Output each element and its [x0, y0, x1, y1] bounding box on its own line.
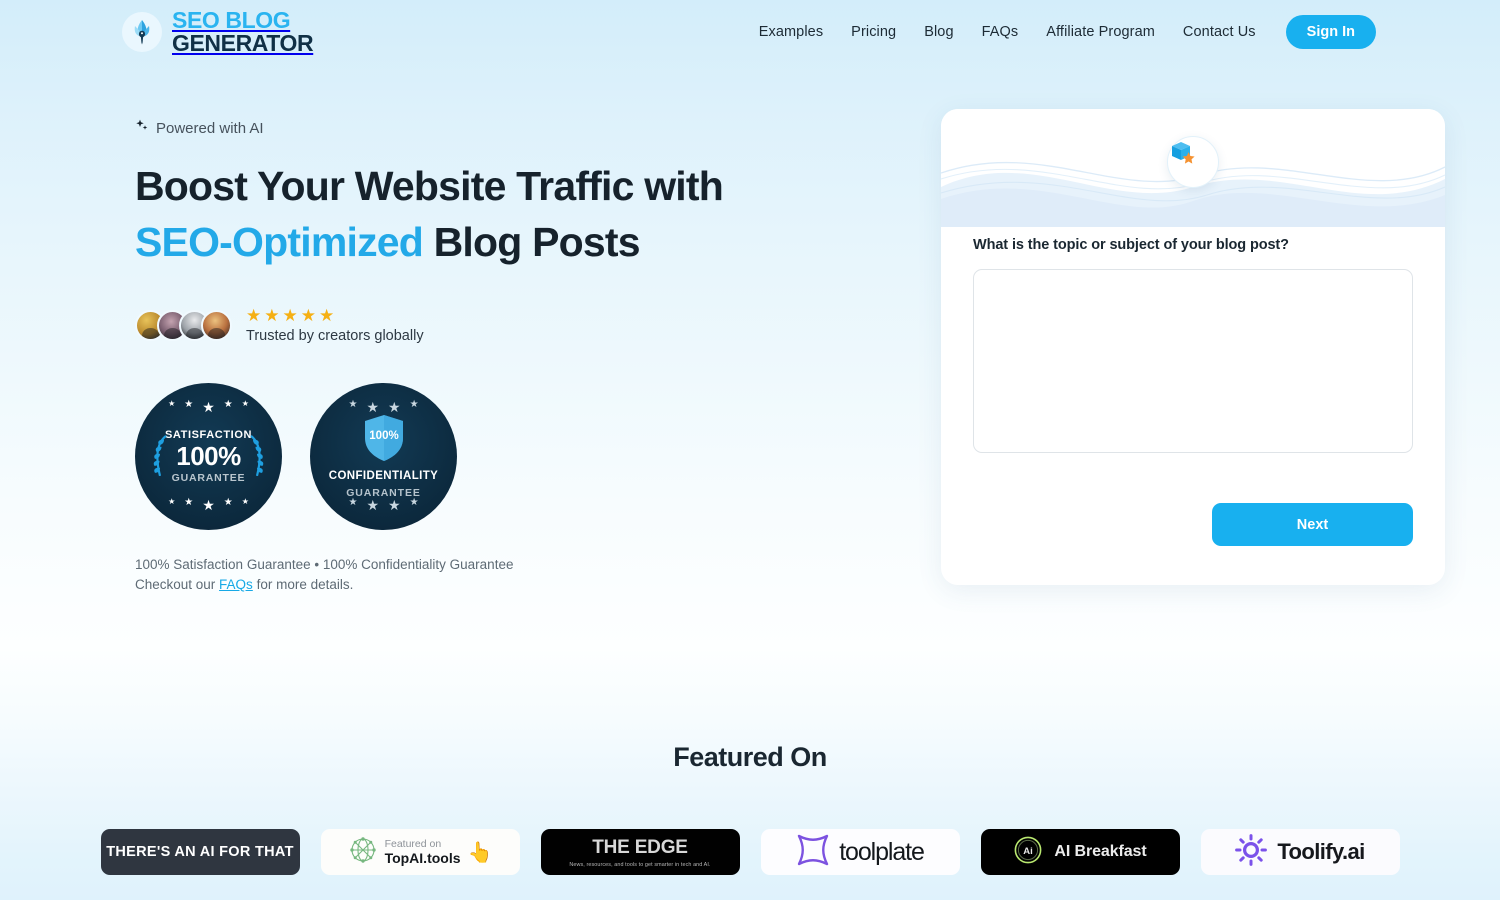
logo-ai-breakfast[interactable]: Ai AI Breakfast — [980, 829, 1180, 876]
badge-title: SATISFACTION — [164, 429, 253, 442]
guarantee-line-2-suffix: for more details. — [252, 576, 354, 592]
logo-eyebrow: Featured on — [384, 838, 442, 851]
laurel-left-icon — [152, 434, 169, 480]
sign-in-button[interactable]: Sign In — [1285, 15, 1376, 49]
logo-tagline: News, resources, and tools to get smarte… — [569, 861, 711, 868]
logo-toolplate[interactable]: toolplate — [760, 829, 960, 876]
logo-theres-an-ai-for-that[interactable]: THERE'S AN AI FOR THAT — [100, 829, 300, 876]
ai-circle-icon: Ai — [1013, 835, 1043, 870]
headline-accent: SEO-Optimized — [135, 218, 424, 265]
badge-percent: 100% — [176, 441, 241, 472]
guarantee-badges: ★ ★ ★ ★ ★ SATISFACTION 100% GUARANTEE ★ … — [135, 383, 865, 531]
blog-topic-question-label: What is the topic or subject of your blo… — [973, 237, 1289, 253]
blog-topic-form-card: What is the topic or subject of your blo… — [941, 109, 1445, 585]
badge-stars-bottom: ★ ★ ★ ★ — [348, 497, 419, 514]
logo-the-edge[interactable]: THE EDGE News, resources, and tools to g… — [540, 829, 740, 876]
nav-item-affiliate-program[interactable]: Affiliate Program — [1032, 16, 1169, 48]
toolify-sun-icon — [1235, 833, 1268, 871]
main-navigation: Examples Pricing Blog FAQs Affiliate Pro… — [745, 15, 1376, 49]
headline-part-2: Blog Posts — [423, 218, 641, 265]
shield-icon: 100% — [363, 414, 405, 462]
star-rating-icon: ★★★★★ — [246, 305, 338, 325]
card-body: What is the topic or subject of your blo… — [941, 237, 1445, 546]
badge-stars-bottom: ★ ★ ★ ★ ★ — [168, 497, 249, 514]
laurel-right-icon — [248, 434, 265, 480]
box-star-icon — [1167, 136, 1219, 188]
badge-stars-top: ★ ★ ★ ★ ★ — [168, 399, 249, 416]
logo-label: AI Breakfast — [1054, 843, 1147, 861]
hero-left-column: Powered with AI Boost Your Website Traff… — [135, 119, 865, 594]
brand-line-2: GENERATOR — [172, 30, 314, 56]
brand-line-1: SEO BLOG — [172, 7, 291, 34]
powered-with-ai-label: Powered with AI — [156, 119, 264, 137]
guarantee-note: 100% Satisfaction Guarantee • 100% Confi… — [135, 555, 865, 594]
faqs-link[interactable]: FAQs — [219, 577, 253, 592]
site-header: SEO BLOG GENERATOR Examples Pricing Blog… — [0, 0, 1500, 64]
brand-logo[interactable]: SEO BLOG GENERATOR — [122, 7, 314, 56]
avatar-group — [135, 310, 232, 342]
featured-on-section: Featured On THERE'S AN AI FOR THAT Featu… — [0, 742, 1500, 876]
featured-logos: THERE'S AN AI FOR THAT Featured on TopAI… — [0, 829, 1500, 876]
rating-block: ★★★★★ Trusted by creators globally — [246, 305, 424, 346]
network-icon — [348, 835, 378, 870]
featured-on-title: Featured On — [673, 742, 827, 773]
hero-section: Powered with AI Boost Your Website Traff… — [0, 64, 1500, 594]
card-wave-decoration — [941, 109, 1445, 227]
logo-label: toolplate — [839, 837, 925, 866]
logo-label: THERE'S AN AI FOR THAT — [106, 844, 294, 861]
blog-topic-input[interactable] — [973, 269, 1413, 453]
sparkle-icon — [135, 119, 149, 137]
nav-item-examples[interactable]: Examples — [745, 16, 837, 48]
logo-label: TopAI.tools — [384, 850, 461, 867]
nav-item-contact-us[interactable]: Contact Us — [1169, 16, 1270, 48]
nav-item-blog[interactable]: Blog — [910, 16, 967, 48]
toolplate-mark-icon — [796, 833, 830, 872]
guarantee-line-1: 100% Satisfaction Guarantee • 100% Confi… — [135, 557, 514, 573]
logo-toolify-ai[interactable]: Toolify.ai — [1200, 829, 1400, 876]
nav-item-faqs[interactable]: FAQs — [968, 16, 1033, 48]
brand-text: SEO BLOG GENERATOR — [172, 7, 314, 56]
nav-item-pricing[interactable]: Pricing — [837, 16, 910, 48]
logo-text-block: Featured on TopAI.tools — [385, 838, 461, 866]
card-actions: Next — [973, 503, 1413, 546]
feather-pen-icon — [122, 12, 162, 52]
logo-label: THE EDGE — [592, 836, 688, 858]
next-button[interactable]: Next — [1212, 503, 1413, 546]
badge-title: CONFIDENTIALITY — [328, 470, 439, 483]
logo-topai-tools[interactable]: Featured on TopAI.tools 👆 — [320, 829, 520, 876]
confidentiality-guarantee-badge: ★ ★ ★ ★ 100% CONFIDENTIALITY GUARANTEE ★ ★ ★ ★ — [310, 383, 457, 531]
badge-subtitle: GUARANTEE — [171, 471, 246, 484]
page-title: Boost Your Website Traffic with SEO-Opti… — [135, 159, 865, 271]
satisfaction-guarantee-badge: ★ ★ ★ ★ ★ SATISFACTION 100% GUARANTEE ★ … — [135, 383, 282, 531]
social-proof: ★★★★★ Trusted by creators globally — [135, 305, 865, 346]
svg-text:Ai: Ai — [1024, 846, 1034, 857]
guarantee-line-2-prefix: Checkout our — [135, 576, 220, 592]
svg-text:100%: 100% — [369, 430, 398, 442]
powered-with-ai-badge: Powered with AI — [135, 119, 865, 137]
headline-part-1: Boost Your Website Traffic with — [135, 163, 724, 209]
avatar — [201, 310, 232, 342]
trusted-label: Trusted by creators globally — [246, 328, 424, 345]
logo-label: Toolify.ai — [1277, 839, 1365, 865]
pointing-hand-icon: 👆 — [467, 841, 493, 864]
